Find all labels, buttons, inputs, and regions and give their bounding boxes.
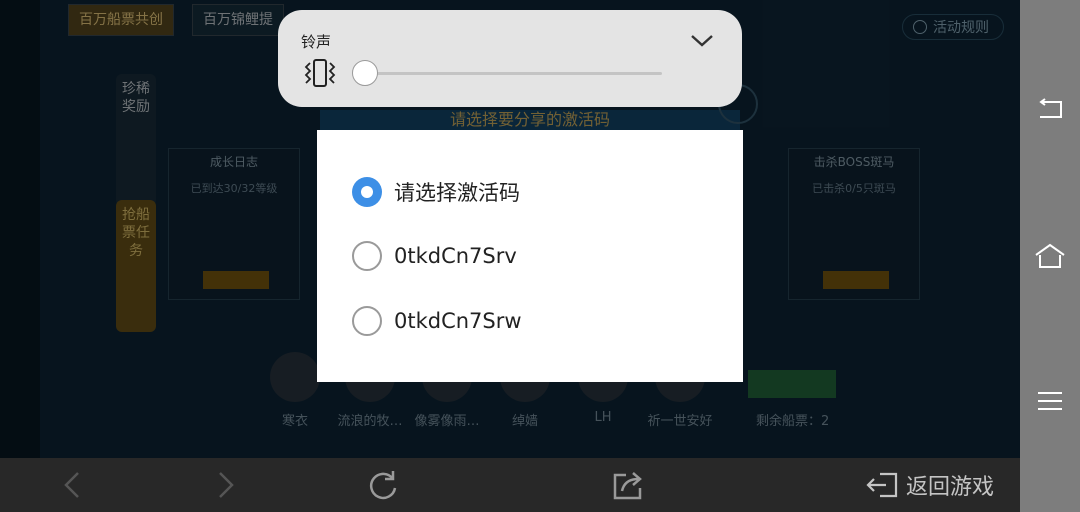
browser-bottom-bar: 返回游戏	[0, 458, 1020, 512]
radio-checked-icon	[352, 177, 382, 207]
radio-unchecked-icon	[352, 241, 382, 271]
volume-slider-thumb[interactable]	[352, 60, 378, 86]
option-code-1[interactable]: 0tkdCn7Srv	[352, 239, 517, 273]
volume-panel: 铃声	[278, 10, 742, 107]
option-label: 请选择激活码	[394, 181, 520, 205]
volume-slider-track[interactable]	[366, 72, 662, 75]
nav-menu-icon[interactable]	[1032, 383, 1068, 419]
refresh-icon[interactable]	[366, 458, 400, 512]
return-to-game-button[interactable]: 返回游戏	[866, 458, 994, 512]
vibrate-icon[interactable]	[302, 58, 338, 88]
volume-label: 铃声	[301, 33, 332, 51]
option-select-code[interactable]: 请选择激活码	[352, 175, 520, 209]
share-icon[interactable]	[612, 458, 646, 512]
nav-back-icon[interactable]	[1032, 92, 1068, 128]
option-label: 0tkdCn7Srv	[394, 244, 517, 268]
forward-arrow-icon[interactable]	[214, 458, 238, 512]
radio-unchecked-icon	[352, 306, 382, 336]
back-arrow-icon[interactable]	[60, 458, 84, 512]
exit-icon	[866, 472, 898, 498]
option-code-2[interactable]: 0tkdCn7Srw	[352, 304, 522, 338]
chevron-down-icon[interactable]	[688, 26, 716, 54]
activation-code-dialog: 请选择激活码 0tkdCn7Srv 0tkdCn7Srw	[317, 130, 743, 382]
nav-home-icon[interactable]	[1032, 238, 1068, 274]
system-nav-bar	[1020, 0, 1080, 512]
return-to-game-label: 返回游戏	[906, 475, 995, 500]
option-label: 0tkdCn7Srw	[394, 309, 522, 333]
